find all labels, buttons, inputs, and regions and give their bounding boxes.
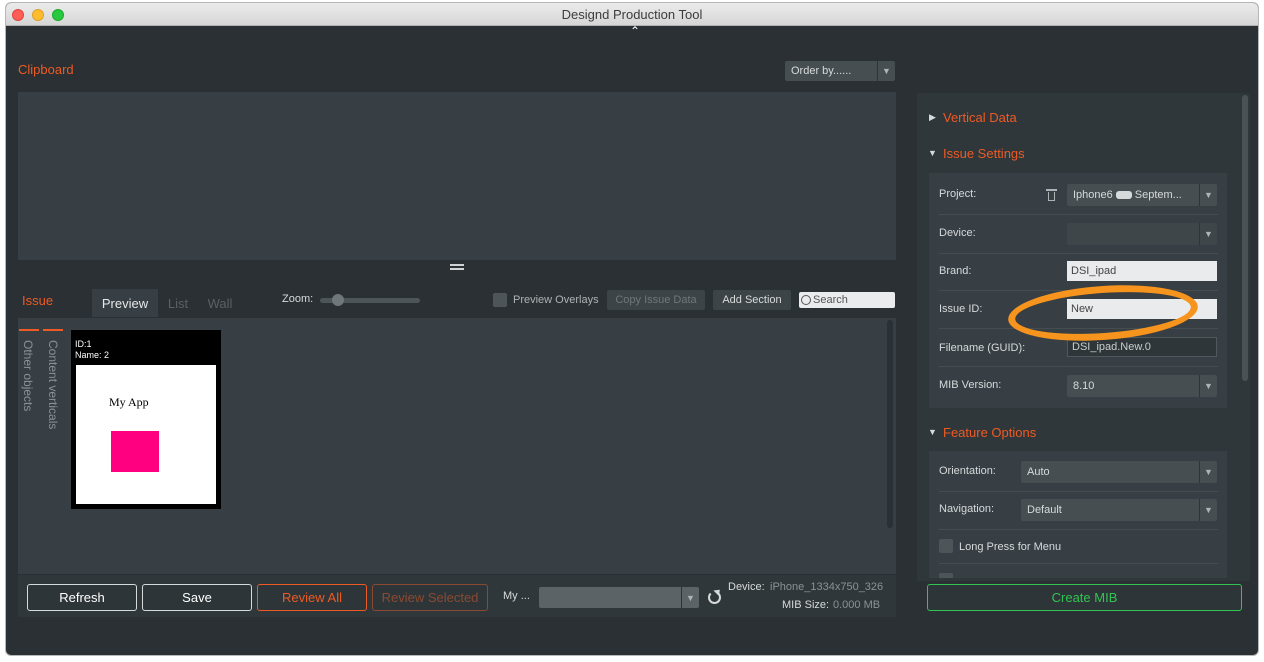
orientation-label: Orientation:: [939, 465, 996, 477]
tab-indicator: [43, 329, 63, 331]
long-press-label: Long Press for Menu: [959, 541, 1062, 553]
project-value-b: Septem...: [1134, 189, 1182, 201]
chevron-down-icon: ▼: [1199, 461, 1217, 483]
divider: [939, 563, 1218, 564]
save-button[interactable]: Save: [142, 584, 252, 611]
preview-overlays-checkbox[interactable]: [493, 293, 507, 307]
orientation-dropdown[interactable]: Auto ▼: [1021, 461, 1217, 483]
search-icon: [801, 295, 811, 305]
divider: [939, 529, 1218, 530]
device-dropdown[interactable]: ▼: [1067, 223, 1217, 245]
divider: [939, 491, 1218, 492]
issue-title: Issue: [22, 293, 54, 308]
mib-version-value: 8.10: [1073, 380, 1095, 392]
add-section-button[interactable]: Add Section: [713, 290, 791, 310]
refresh-button[interactable]: Refresh: [27, 584, 137, 611]
project-label: Project:: [939, 188, 977, 200]
mib-version-dropdown[interactable]: 8.10 ▼: [1067, 375, 1217, 397]
splitter-handle[interactable]: [450, 264, 464, 270]
thumbnail-screen: My App: [76, 365, 216, 504]
preview-overlays-label: Preview Overlays: [513, 294, 599, 306]
order-by-dropdown[interactable]: Order by...... ▼: [785, 61, 895, 81]
divider: [939, 253, 1218, 254]
trash-icon[interactable]: [1046, 188, 1057, 202]
thumbnail-meta: ID:1 Name: 2: [75, 339, 109, 361]
zoom-label: Zoom:: [282, 293, 314, 305]
tab-list[interactable]: List: [162, 289, 194, 317]
tab-content-verticals[interactable]: Content verticals: [46, 340, 60, 429]
navigation-value: Default: [1027, 504, 1062, 516]
filename-label: Filename (GUID):: [939, 342, 1026, 354]
tab-wall[interactable]: Wall: [202, 289, 238, 317]
thumbnail-pink-block: [111, 431, 159, 472]
feature-options-header[interactable]: Feature Options: [943, 425, 1036, 440]
navigation-label: Navigation:: [939, 503, 995, 515]
review-selected-button[interactable]: Review Selected: [372, 584, 488, 611]
mib-version-label: MIB Version:: [939, 379, 1002, 391]
brand-label: Brand:: [939, 265, 972, 277]
chevron-up-icon[interactable]: ⌃: [627, 24, 643, 38]
chevron-down-icon: ▼: [1199, 184, 1217, 206]
chevron-down-icon: ▼: [1199, 223, 1217, 245]
thumbnail-id: ID:1: [75, 339, 92, 349]
mib-size-label: MIB Size:: [782, 599, 830, 611]
device-field-label: Device:: [939, 227, 976, 239]
divider: [939, 366, 1218, 367]
vertical-tabs: Other objects Content verticals: [18, 318, 66, 574]
partial-checkbox[interactable]: [939, 573, 953, 578]
caret-right-icon[interactable]: ▶: [929, 112, 936, 123]
my-label: My ...: [503, 590, 530, 602]
chevron-down-icon: ▼: [877, 61, 895, 81]
copy-issue-data-button[interactable]: Copy Issue Data: [607, 290, 705, 310]
refresh-icon[interactable]: [708, 591, 721, 604]
navigation-dropdown[interactable]: Default ▼: [1021, 499, 1217, 521]
settings-scrollbar[interactable]: [1242, 95, 1248, 381]
issue-settings-header[interactable]: Issue Settings: [943, 146, 1025, 161]
tab-other-objects[interactable]: Other objects: [21, 340, 35, 411]
project-value-a: Iphone6: [1073, 189, 1113, 201]
divider: [939, 214, 1218, 215]
device-label: Device:: [728, 581, 765, 593]
tab-preview[interactable]: Preview: [92, 289, 158, 317]
long-press-checkbox[interactable]: [939, 539, 953, 553]
clipboard-area[interactable]: [18, 92, 896, 260]
device-value: iPhone_1334x750_326: [770, 581, 884, 593]
review-all-button[interactable]: Review All: [257, 584, 367, 611]
tab-indicator: [19, 329, 39, 331]
clipboard-title: Clipboard: [18, 62, 74, 77]
brand-field[interactable]: DSI_ipad: [1067, 261, 1217, 281]
thumbnail-app-name: My App: [109, 395, 149, 409]
search-placeholder: Search: [813, 294, 848, 306]
project-dropdown[interactable]: Iphone6 Septem... ▼: [1067, 184, 1217, 206]
mib-size-value: 0.000 MB: [833, 599, 881, 611]
project-tag-pill: [1115, 191, 1132, 199]
caret-down-icon[interactable]: ▼: [928, 427, 937, 437]
caret-down-icon[interactable]: ▼: [928, 148, 937, 158]
zoom-slider-knob[interactable]: [332, 294, 344, 306]
window-title: Designd Production Tool: [561, 7, 703, 22]
create-mib-button[interactable]: Create MIB: [927, 584, 1242, 611]
orientation-value: Auto: [1027, 466, 1050, 478]
issue-scrollbar[interactable]: [887, 320, 893, 528]
search-input[interactable]: Search: [799, 292, 895, 308]
thumbnail-name: Name: 2: [75, 350, 110, 360]
my-dropdown[interactable]: ▼: [539, 587, 699, 608]
order-by-label: Order by......: [791, 65, 852, 77]
chevron-down-icon: ▼: [681, 587, 699, 608]
chevron-down-icon: ▼: [1199, 375, 1217, 397]
issue-page-thumbnail[interactable]: ID:1 Name: 2 My App: [71, 330, 221, 509]
vertical-data-header[interactable]: Vertical Data: [943, 110, 1017, 125]
issue-id-label: Issue ID:: [939, 303, 983, 315]
title-bar: Designd Production Tool: [6, 3, 1258, 26]
chevron-down-icon: ▼: [1199, 499, 1217, 521]
